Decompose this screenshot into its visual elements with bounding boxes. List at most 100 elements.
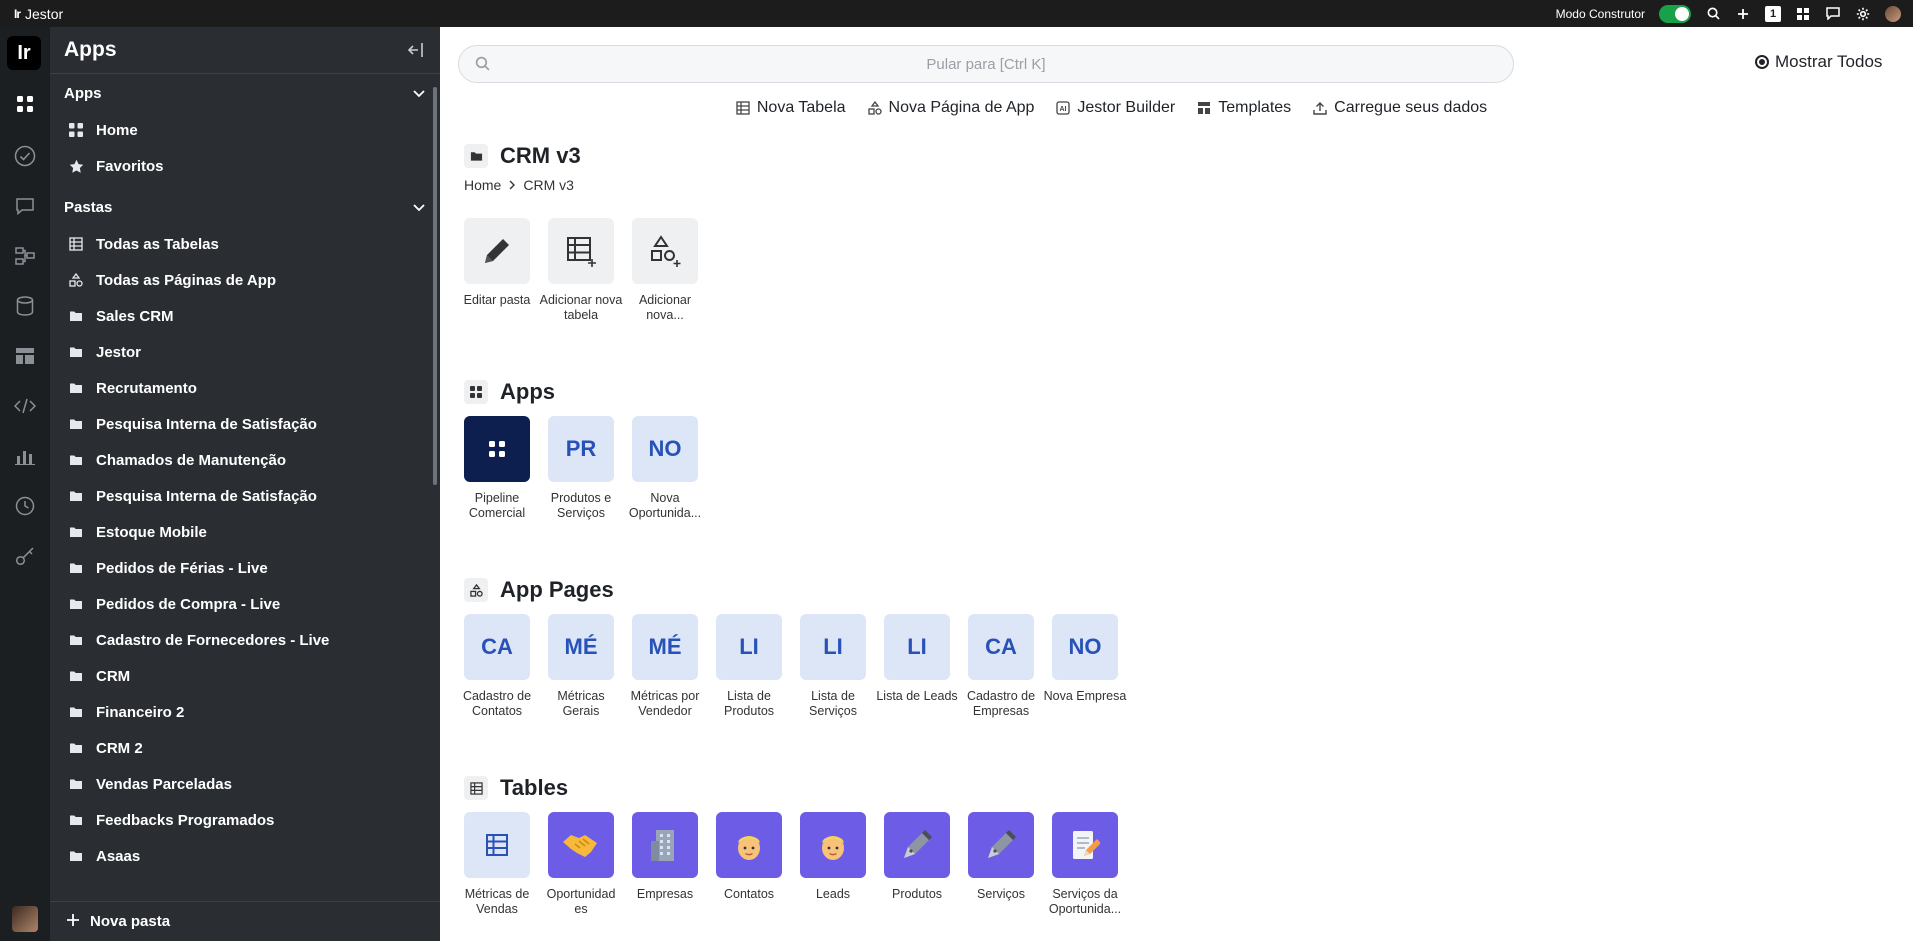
app-page-tile[interactable]: LI Lista de Leads [876, 614, 958, 719]
breadcrumb-home[interactable]: Home [464, 177, 501, 193]
brand[interactable]: Ir Jestor [0, 6, 63, 22]
sidebar-item-label: Todas as Tabelas [96, 235, 219, 253]
handshake-icon [548, 812, 614, 878]
app-page-tile[interactable]: NO Nova Empresa [1044, 614, 1126, 719]
sidebar-folder-item[interactable]: Jestor [50, 334, 440, 370]
sidebar-folder-item[interactable]: Vendas Parceladas [50, 766, 440, 802]
folder-icon [68, 848, 84, 864]
sidebar-folder-item[interactable]: Todas as Páginas de App [50, 262, 440, 298]
key-icon[interactable] [13, 544, 37, 568]
table-tile[interactable]: Métricas de Vendas [464, 812, 530, 917]
tile-label: Empresas [636, 887, 694, 901]
sidebar-folder-item[interactable]: Pesquisa Interna de Satisfação [50, 478, 440, 514]
tile-label: Serviços da Oportunida... [1048, 887, 1122, 916]
sidebar-folder-item[interactable]: Financeiro 2 [50, 694, 440, 730]
plus-icon[interactable] [1735, 6, 1751, 22]
sidebar-folder-item[interactable]: Estoque Mobile [50, 514, 440, 550]
bar-chart-icon[interactable] [13, 444, 37, 468]
new-app-page-button[interactable]: Nova Página de App [867, 99, 1034, 117]
code-icon[interactable] [13, 394, 37, 418]
jestor-logo-icon[interactable]: Ir [7, 36, 41, 70]
new-table-button[interactable]: Nova Tabela [736, 99, 846, 117]
clock-icon[interactable] [13, 494, 37, 518]
sidebar-item-label: Jestor [96, 343, 142, 361]
table-tile[interactable]: Contatos [716, 812, 782, 917]
sidebar-folder-item[interactable]: Asaas [50, 838, 440, 874]
database-icon[interactable] [13, 294, 37, 318]
add-app-page-button[interactable]: Adicionar nova... [632, 218, 698, 323]
jestor-builder-button[interactable]: AI Jestor Builder [1056, 99, 1175, 117]
table-tile[interactable]: Produtos [884, 812, 950, 917]
app-page-tile[interactable]: CA Cadastro de Contatos [463, 614, 531, 719]
sidebar-folder-item[interactable]: CRM 2 [50, 730, 440, 766]
sidebar-folder-item[interactable]: Todas as Tabelas [50, 226, 440, 262]
templates-button[interactable]: Templates [1197, 99, 1291, 117]
tile-abbreviation: MÉ [548, 614, 614, 680]
apps-grid-icon[interactable] [1795, 6, 1811, 22]
user-avatar[interactable] [12, 906, 38, 932]
sidebar-section-apps[interactable]: Apps [50, 74, 440, 112]
tile-label: Nova Empresa [1043, 689, 1127, 703]
workflow-icon[interactable] [13, 244, 37, 268]
tile-label: Cadastro de Empresas [966, 689, 1036, 718]
tile-label: Produtos e Serviços [550, 491, 612, 520]
search-bar[interactable] [458, 45, 1514, 83]
gear-icon[interactable] [1855, 6, 1871, 22]
action-label: Jestor Builder [1077, 99, 1176, 116]
sidebar-folder-item[interactable]: Pedidos de Férias - Live [50, 550, 440, 586]
edit-folder-button[interactable]: Editar pasta [464, 218, 530, 323]
sidebar-folder-item[interactable]: Cadastro de Fornecedores - Live [50, 622, 440, 658]
app-tile[interactable]: PR Produtos e Serviços [548, 416, 614, 521]
chat-icon[interactable] [1825, 6, 1841, 22]
app-page-tile[interactable]: LI Lista de Produtos [716, 614, 782, 719]
sidebar-folder-item[interactable]: CRM [50, 658, 440, 694]
app-tile[interactable]: Pipeline Comercial [464, 416, 530, 521]
app-page-tile[interactable]: MÉ Métricas por Vendedor [631, 614, 699, 719]
add-table-button[interactable]: Adicionar nova tabela [540, 218, 622, 323]
table-tile[interactable]: Serviços da Oportunida... [1049, 812, 1121, 917]
layout-icon[interactable] [13, 344, 37, 368]
upload-data-button[interactable]: Carregue seus dados [1313, 99, 1487, 117]
section-title-text: App Pages [500, 577, 614, 602]
sidebar-item-home[interactable]: Home [50, 112, 440, 148]
table-tile[interactable]: Leads [800, 812, 866, 917]
app-page-tile[interactable]: CA Cadastro de Empresas [967, 614, 1035, 719]
sidebar-folder-item[interactable]: Feedbacks Programados [50, 802, 440, 838]
sidebar-folder-item[interactable]: Pesquisa Interna de Satisfação [50, 406, 440, 442]
table-tile[interactable]: Oportunidad es [547, 812, 615, 917]
sidebar-item-label: Pesquisa Interna de Satisfação [96, 415, 317, 433]
chat-icon[interactable] [13, 194, 37, 218]
user-avatar[interactable] [1885, 5, 1901, 22]
new-folder-button[interactable]: Nova pasta [50, 901, 440, 941]
collapse-sidebar-icon[interactable] [406, 40, 426, 60]
sidebar-folder-item[interactable]: Chamados de Manutenção [50, 442, 440, 478]
search-icon[interactable] [1705, 6, 1721, 22]
chevron-down-icon[interactable] [412, 86, 426, 100]
grid-icon [68, 122, 84, 138]
app-page-tile[interactable]: MÉ Métricas Gerais [548, 614, 614, 719]
sidebar-section-pastas[interactable]: Pastas [50, 188, 440, 226]
check-circle-icon[interactable] [13, 144, 37, 168]
search-input[interactable] [459, 46, 1513, 82]
template-icon [1197, 101, 1211, 115]
builder-mode-toggle[interactable] [1659, 4, 1691, 23]
app-page-tile[interactable]: LI Lista de Serviços [800, 614, 866, 719]
apps-grid-icon[interactable] [13, 92, 37, 116]
tile-abbreviation: LI [800, 614, 866, 680]
builder-mode-label: Modo Construtor [1555, 6, 1645, 21]
sidebar-scrollbar[interactable] [433, 87, 437, 485]
tables-section-title: Tables [464, 775, 568, 801]
sidebar-item-favoritos[interactable]: Favoritos [50, 148, 440, 184]
sidebar-folder-item[interactable]: Recrutamento [50, 370, 440, 406]
show-all-button[interactable]: Mostrar Todos [1755, 52, 1882, 72]
sidebar-item-label: Financeiro 2 [96, 703, 185, 721]
sidebar-folder-item[interactable]: Sales CRM [50, 298, 440, 334]
chevron-down-icon[interactable] [412, 200, 426, 214]
tile-label: Contatos [723, 887, 775, 901]
tile-label: Pipeline Comercial [468, 491, 526, 520]
notification-count-badge[interactable]: 1 [1765, 5, 1781, 22]
table-tile[interactable]: Empresas [632, 812, 698, 917]
sidebar-folder-item[interactable]: Pedidos de Compra - Live [50, 586, 440, 622]
table-tile[interactable]: Serviços [968, 812, 1034, 917]
app-tile[interactable]: NO Nova Oportunida... [629, 416, 701, 521]
